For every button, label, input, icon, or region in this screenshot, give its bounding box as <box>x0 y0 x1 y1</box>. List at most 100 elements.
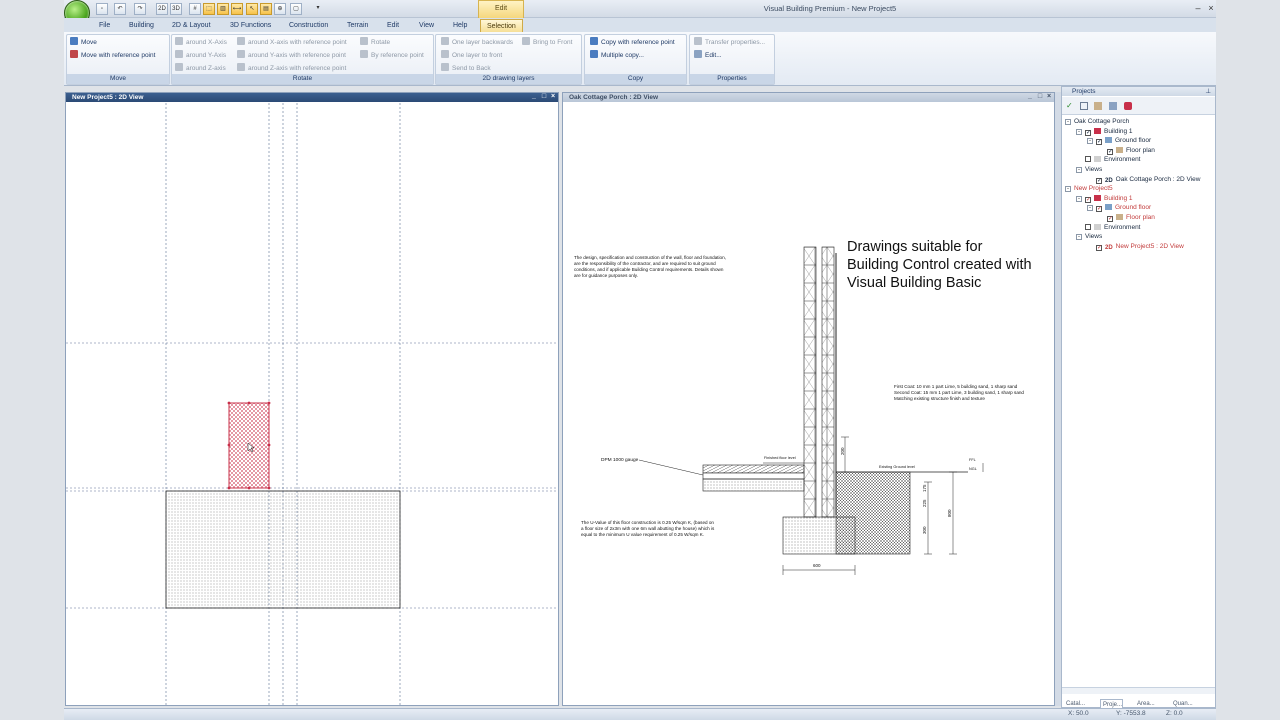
visibility-checkbox[interactable] <box>1085 156 1091 163</box>
view-3d-icon[interactable]: 3D <box>170 3 182 15</box>
floor-slab[interactable] <box>165 490 401 609</box>
pane-maximize-icon[interactable]: □ <box>540 93 548 101</box>
tree-expander-icon[interactable]: - <box>1076 234 1082 241</box>
close-icon[interactable]: × <box>1205 2 1217 14</box>
tab-construction[interactable]: Construction <box>289 19 328 32</box>
tab-building[interactable]: Building <box>129 19 154 32</box>
zoom-icon[interactable]: ⊕ <box>274 3 286 15</box>
tree-scrollbar[interactable] <box>1062 687 1215 694</box>
multiple-copy-button[interactable]: Multiple copy... <box>590 50 644 61</box>
tree-item[interactable]: Views <box>1085 165 1102 174</box>
rotate-x-button[interactable]: around X-Axis <box>175 37 227 48</box>
tree-item[interactable]: ✓ Building 1 <box>1085 194 1133 203</box>
pane-maximize-icon[interactable]: □ <box>1036 93 1044 101</box>
tree-expander-icon[interactable]: - <box>1065 119 1071 125</box>
tree-expander-icon[interactable]: - <box>1087 138 1093 145</box>
tree-expander-icon[interactable]: - <box>1087 205 1093 212</box>
visibility-checkbox[interactable]: ✓ <box>1107 216 1113 222</box>
bring-to-front-button[interactable]: Bring to Front <box>522 37 572 48</box>
tab-help[interactable]: Help <box>453 19 467 32</box>
rotate-y-ref-button[interactable]: around Y-axis with reference point <box>237 50 346 61</box>
visibility-checkbox[interactable]: ✓ <box>1107 148 1113 155</box>
tree-item[interactable]: ✓ Ground floor <box>1096 136 1151 146</box>
rotate-y-button[interactable]: around Y-Axis <box>175 50 226 61</box>
tree-item[interactable]: ✓ Building 1 <box>1085 127 1133 136</box>
import-icon[interactable]: ▤ <box>260 3 272 15</box>
move-icon <box>70 37 78 45</box>
tree-item[interactable]: ✓ 2D Oak Cottage Porch : 2D View <box>1096 175 1200 184</box>
copy-ref-button[interactable]: Copy with reference point <box>590 37 675 48</box>
rotate-by-ref-button[interactable]: By reference point <box>360 50 424 61</box>
pane-minimize-icon[interactable]: _ <box>1026 93 1034 101</box>
tab-file[interactable]: File <box>99 19 110 32</box>
select-icon[interactable]: ⬚ <box>203 3 215 15</box>
svg-text:are the responsibility of the: are the responsibility of the contractor… <box>574 261 716 266</box>
pin-icon[interactable]: ⊥ <box>1205 87 1211 96</box>
one-layer-backwards-button[interactable]: One layer backwards <box>441 37 513 48</box>
visibility-checkbox[interactable]: ✓ <box>1085 196 1091 203</box>
layer-front-icon <box>441 50 449 58</box>
tree-item[interactable]: ✓ 2D New Project5 : 2D View <box>1096 242 1184 251</box>
undo-icon[interactable]: ↶ <box>114 3 126 15</box>
view-2d-icon[interactable] <box>1080 102 1088 110</box>
edit-properties-button[interactable]: Edit... <box>694 50 722 61</box>
minimize-icon[interactable]: – <box>1192 2 1204 14</box>
tree-item[interactable]: ✓ Floor plan <box>1107 146 1155 155</box>
properties-icon[interactable] <box>1109 102 1117 110</box>
pointer-icon[interactable]: ↖ <box>246 3 258 15</box>
transfer-properties-button[interactable]: Transfer properties... <box>694 37 765 48</box>
view-2d-icon[interactable]: 2D <box>156 3 168 15</box>
tree-item[interactable]: Environment <box>1085 155 1141 164</box>
pane-close-icon[interactable]: × <box>549 93 557 101</box>
svg-text:conditions, and if applicable: conditions, and if applicable Building C… <box>574 267 724 272</box>
check-icon[interactable]: ✓ <box>1066 101 1073 110</box>
visibility-checkbox[interactable]: ✓ <box>1085 129 1091 136</box>
visibility-checkbox[interactable]: ✓ <box>1096 244 1102 251</box>
tree-item[interactable]: Views <box>1085 232 1102 241</box>
tree-expander-icon[interactable]: - <box>1076 128 1082 135</box>
right-drawing-canvas[interactable]: Drawings suitable for Building Control c… <box>563 103 1054 706</box>
move-button[interactable]: Move <box>70 37 97 48</box>
tree-expander-icon[interactable]: - <box>1065 186 1071 193</box>
visibility-checkbox[interactable]: ✓ <box>1096 139 1102 146</box>
visibility-checkbox[interactable] <box>1085 223 1091 230</box>
rotate-x-ref-button[interactable]: around X-axis with reference point <box>237 37 347 48</box>
layers-icon[interactable] <box>1094 102 1102 110</box>
tree-expander-icon[interactable]: - <box>1076 195 1082 202</box>
tab-view[interactable]: View <box>419 19 434 32</box>
tree-item[interactable]: ✓ Floor plan <box>1107 213 1155 222</box>
page-icon[interactable]: ▢ <box>290 3 302 15</box>
tab-3d-functions[interactable]: 3D Functions <box>230 19 271 32</box>
svg-text:are for guidance purposes only: are for guidance purposes only. <box>574 273 638 278</box>
rotate-button[interactable]: Rotate <box>360 37 390 48</box>
tab-2d-layout[interactable]: 2D & Layout <box>172 19 211 32</box>
grid-icon[interactable]: # <box>189 3 201 15</box>
one-layer-front-button[interactable]: One layer to front <box>441 50 502 61</box>
tree-item[interactable]: Oak Cottage Porch <box>1074 117 1129 126</box>
measure-icon[interactable]: ⟷ <box>231 3 243 15</box>
visibility-checkbox[interactable]: ✓ <box>1096 206 1102 213</box>
redo-icon[interactable]: ↷ <box>134 3 146 15</box>
tab-edit[interactable]: Edit <box>387 19 399 32</box>
visibility-checkbox[interactable]: ✓ <box>1096 177 1102 184</box>
left-drawing-canvas[interactable] <box>66 103 558 706</box>
tab-terrain[interactable]: Terrain <box>347 19 368 32</box>
new-icon[interactable]: ▫ <box>96 3 108 15</box>
tree-item[interactable]: Environment <box>1085 223 1141 232</box>
rotate-z-button[interactable]: around Z-axis <box>175 63 226 74</box>
dim-600: 600 <box>813 563 821 568</box>
customize-qat-icon[interactable]: ▾ <box>312 3 324 15</box>
rotate-z-ref-button[interactable]: around Z-axis with reference point <box>237 63 346 74</box>
pane-close-icon[interactable]: × <box>1045 93 1053 101</box>
delete-icon[interactable] <box>1124 102 1132 110</box>
tree-expander-icon[interactable]: - <box>1076 167 1082 173</box>
ground-level-label: Existing Ground level <box>879 465 915 469</box>
tree-item[interactable]: New Project5 <box>1074 184 1113 193</box>
send-to-back-button[interactable]: Send to Back <box>441 63 491 74</box>
walls-icon[interactable]: ▥ <box>217 3 229 15</box>
tab-selection[interactable]: Selection <box>480 19 523 32</box>
env-icon <box>1094 223 1101 230</box>
move-ref-button[interactable]: Move with reference point <box>70 50 155 61</box>
pane-minimize-icon[interactable]: _ <box>530 93 538 101</box>
tree-item[interactable]: ✓ Ground floor <box>1096 203 1151 213</box>
